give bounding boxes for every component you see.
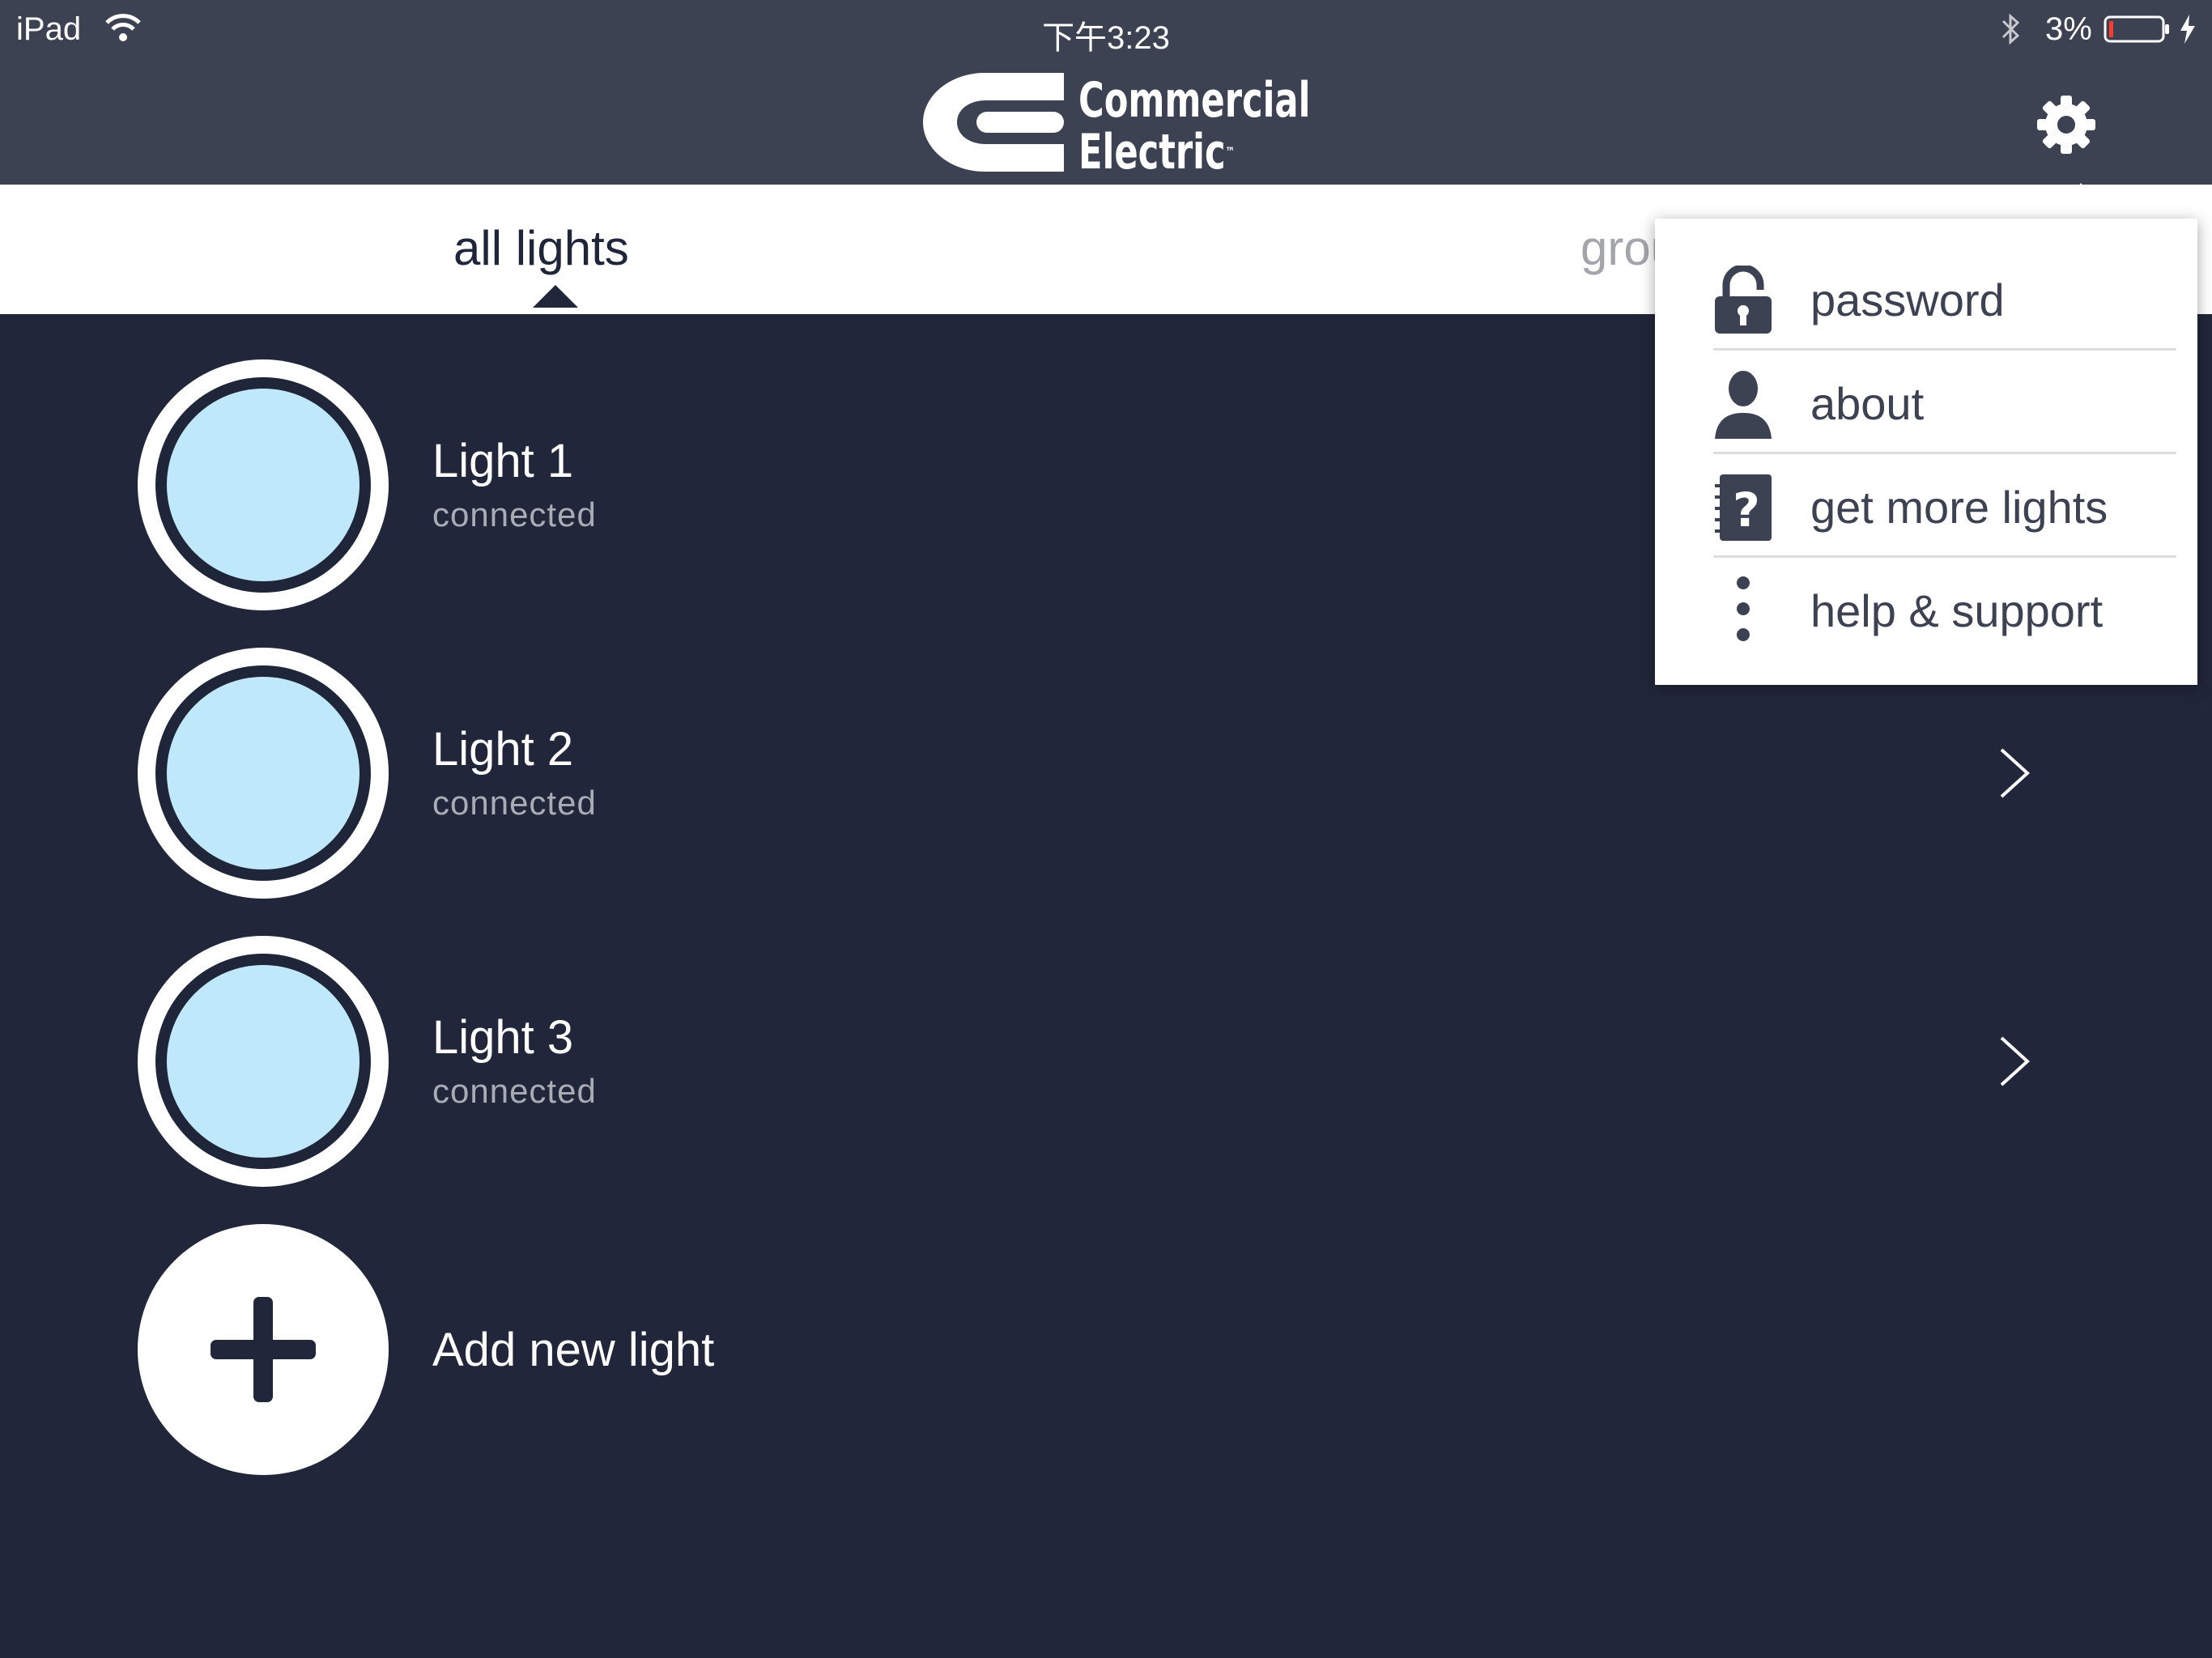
menu-label: about	[1810, 378, 1925, 429]
chevron-right-icon[interactable]	[1997, 1035, 2032, 1088]
active-tab-indicator	[533, 285, 578, 308]
light-color-indicator	[167, 677, 359, 869]
plus-icon	[211, 1297, 316, 1402]
battery-icon	[2104, 15, 2169, 43]
menu-item-help-support[interactable]: help & support	[1655, 549, 2197, 653]
gear-icon[interactable]	[2035, 94, 2097, 155]
menu-label: get more lights	[1810, 482, 2108, 533]
status-bar: iPad 下午3:23 3%	[0, 0, 2212, 58]
light-status: connected	[432, 495, 597, 534]
light-bulb-button[interactable]	[138, 648, 389, 899]
add-new-light-row[interactable]: Add new light	[0, 1224, 2212, 1475]
svg-text:?: ?	[1733, 483, 1760, 538]
light-name: Light 3	[432, 1011, 574, 1064]
logo-line2: Electric	[1078, 124, 1226, 181]
light-name: Light 1	[432, 435, 574, 487]
logo-wordmark: Commercial Electric™	[1078, 74, 1310, 178]
logo-line1: Commercial	[1078, 72, 1311, 129]
more-vertical-icon	[1737, 576, 1750, 641]
menu-label: password	[1810, 274, 2005, 325]
add-light-button[interactable]	[138, 1224, 389, 1475]
menu-item-about[interactable]: about	[1655, 342, 2197, 445]
light-status: connected	[432, 1072, 597, 1110]
logo-trademark: ™	[1225, 144, 1236, 159]
menu-item-get-more-lights[interactable]: ? get more lights	[1655, 445, 2197, 549]
status-time: 下午3:23	[1042, 20, 1170, 56]
light-color-indicator	[167, 965, 359, 1158]
light-row[interactable]: Light 3 connected	[0, 936, 2212, 1187]
help-notebook-icon: ?	[1715, 474, 1772, 541]
chevron-right-icon[interactable]	[1997, 746, 2032, 800]
light-status: connected	[432, 784, 597, 822]
light-bulb-button[interactable]	[138, 359, 389, 610]
logo-mark-icon	[923, 73, 1064, 172]
add-new-light-label: Add new light	[432, 1324, 715, 1376]
light-name: Light 2	[432, 723, 574, 776]
padlock-icon	[1715, 266, 1772, 334]
tab-groups[interactable]: groups	[1580, 220, 1658, 276]
bluetooth-icon	[2001, 13, 2020, 45]
tab-all-lights[interactable]: all lights	[453, 220, 629, 276]
menu-label: help & support	[1810, 585, 2104, 636]
light-bulb-button[interactable]	[138, 936, 389, 1187]
person-icon	[1715, 371, 1772, 439]
settings-menu: password about ? get more lights help & …	[1655, 219, 2197, 685]
charging-icon	[2180, 15, 2195, 44]
light-color-indicator	[167, 389, 359, 581]
light-row[interactable]: Light 2 connected	[0, 648, 2212, 899]
commercial-electric-logo: Commercial Electric™	[920, 70, 1310, 183]
menu-item-password[interactable]: password	[1655, 238, 2197, 342]
battery-percent: 3%	[2045, 11, 2092, 47]
menu-pointer	[2053, 183, 2108, 222]
